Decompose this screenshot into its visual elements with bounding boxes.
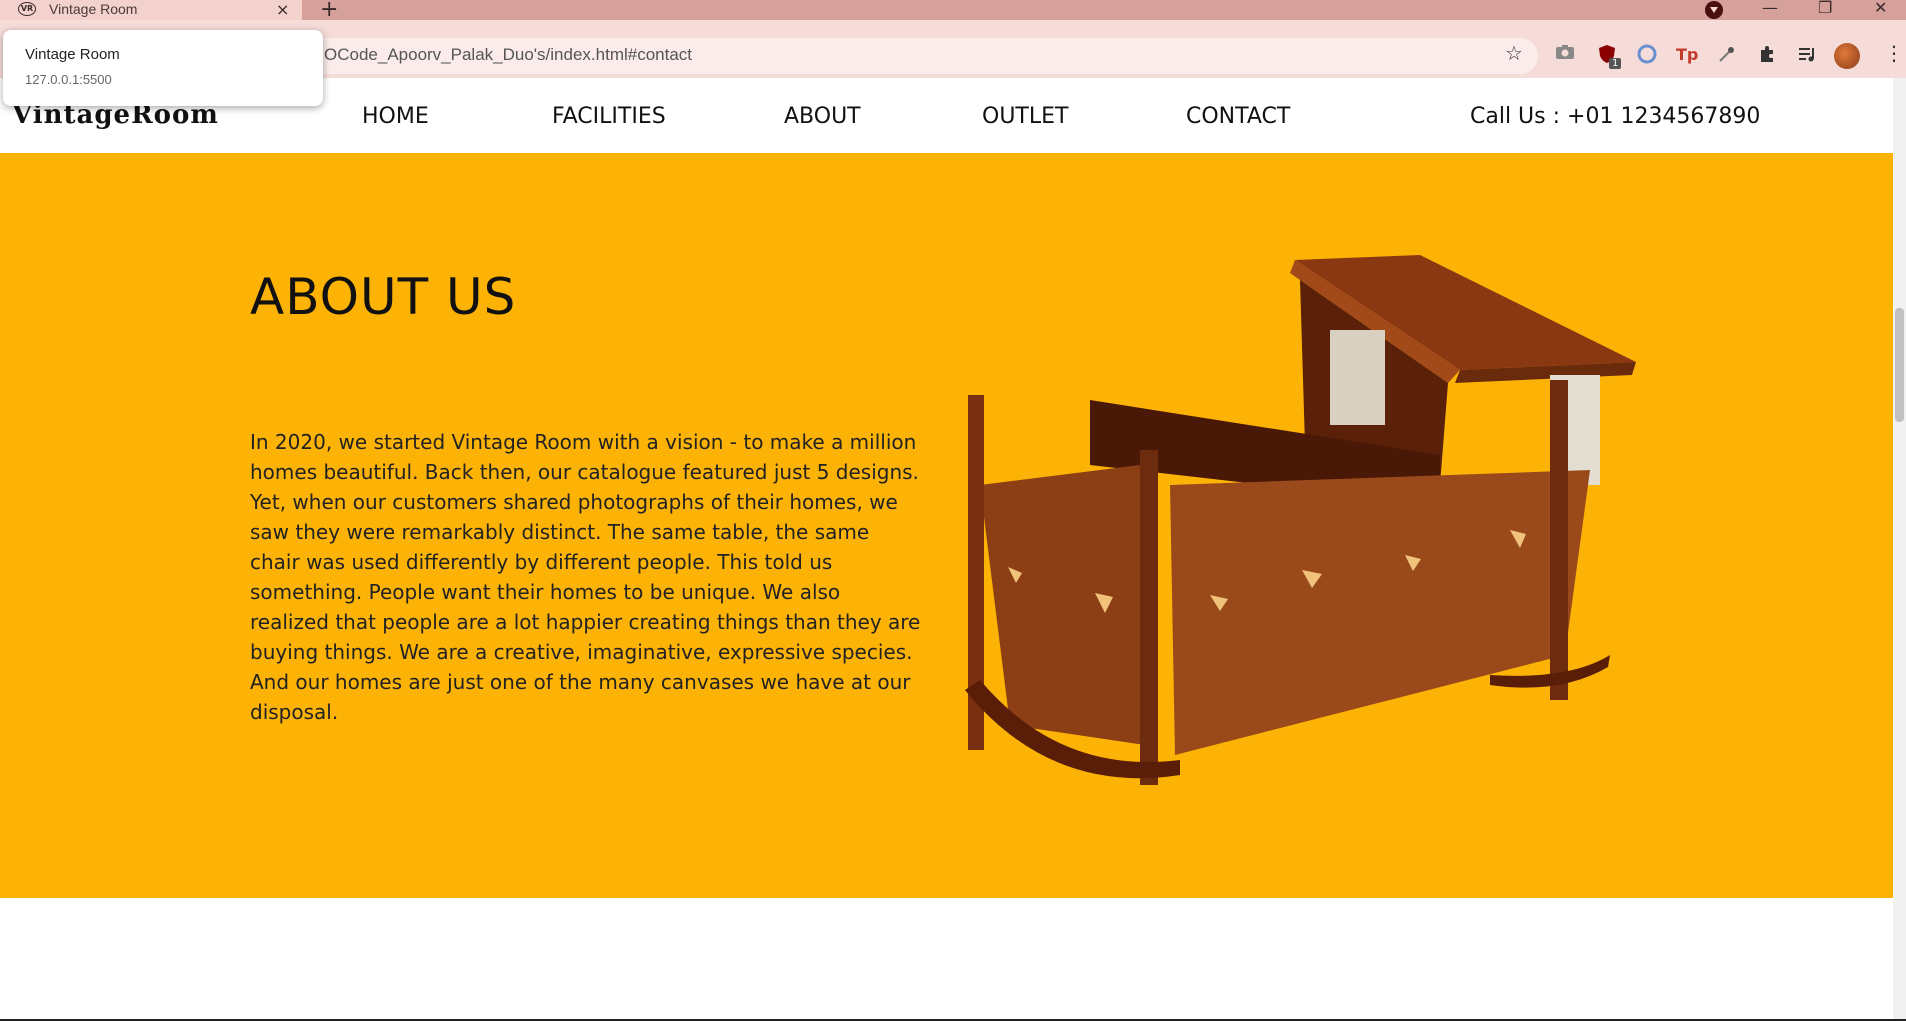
nav-home[interactable]: HOME	[362, 104, 429, 129]
tab-close-button[interactable]: ×	[276, 0, 289, 19]
nav-about[interactable]: ABOUT	[784, 104, 861, 129]
restore-button[interactable]: ❐	[1818, 0, 1832, 17]
url-text[interactable]: OCode_Apoorv_Palak_Duo's/index.html#cont…	[324, 45, 692, 65]
favicon-icon: VR	[18, 2, 36, 16]
nav-facilities[interactable]: FACILITIES	[552, 104, 666, 129]
about-text: In 2020, we started Vintage Room with a …	[250, 430, 921, 724]
hovercard-title: Vintage Room	[25, 46, 120, 63]
close-window-button[interactable]: ✕	[1874, 0, 1887, 17]
nav-contact[interactable]: CONTACT	[1186, 104, 1290, 129]
cradle-image	[965, 255, 1636, 785]
minimize-button[interactable]: —	[1762, 0, 1778, 17]
sync-icon[interactable]	[1636, 44, 1658, 66]
tab-hover-card: Vintage Room 127.0.0.1:5500	[3, 30, 323, 106]
tp-icon[interactable]: Tp	[1676, 44, 1698, 66]
media-icon[interactable]	[1796, 44, 1818, 66]
call-us-text: Call Us : +01 1234567890	[1470, 104, 1761, 129]
page-scrollbar[interactable]	[1893, 78, 1906, 1021]
new-tab-button[interactable]: +	[320, 0, 338, 22]
browser-menu-icon[interactable]: ⋮	[1884, 41, 1904, 65]
tab-title: Vintage Room	[49, 1, 138, 17]
profile-menu-icon[interactable]	[1705, 1, 1723, 19]
bookmark-star-icon[interactable]: ☆	[1505, 41, 1523, 65]
scrollbar-thumb[interactable]	[1895, 308, 1904, 422]
nav-outlet[interactable]: OUTLET	[982, 104, 1068, 129]
ublock-badge: 1	[1609, 58, 1622, 69]
hovercard-url: 127.0.0.1:5500	[25, 72, 112, 87]
puzzle-icon[interactable]	[1756, 44, 1778, 66]
eyedropper-icon[interactable]	[1716, 44, 1738, 66]
browser-tab[interactable]: VR Vintage Room ×	[0, 0, 302, 22]
camera-icon[interactable]	[1554, 44, 1576, 66]
user-avatar[interactable]	[1834, 43, 1860, 69]
about-title: ABOUT US	[250, 268, 517, 326]
